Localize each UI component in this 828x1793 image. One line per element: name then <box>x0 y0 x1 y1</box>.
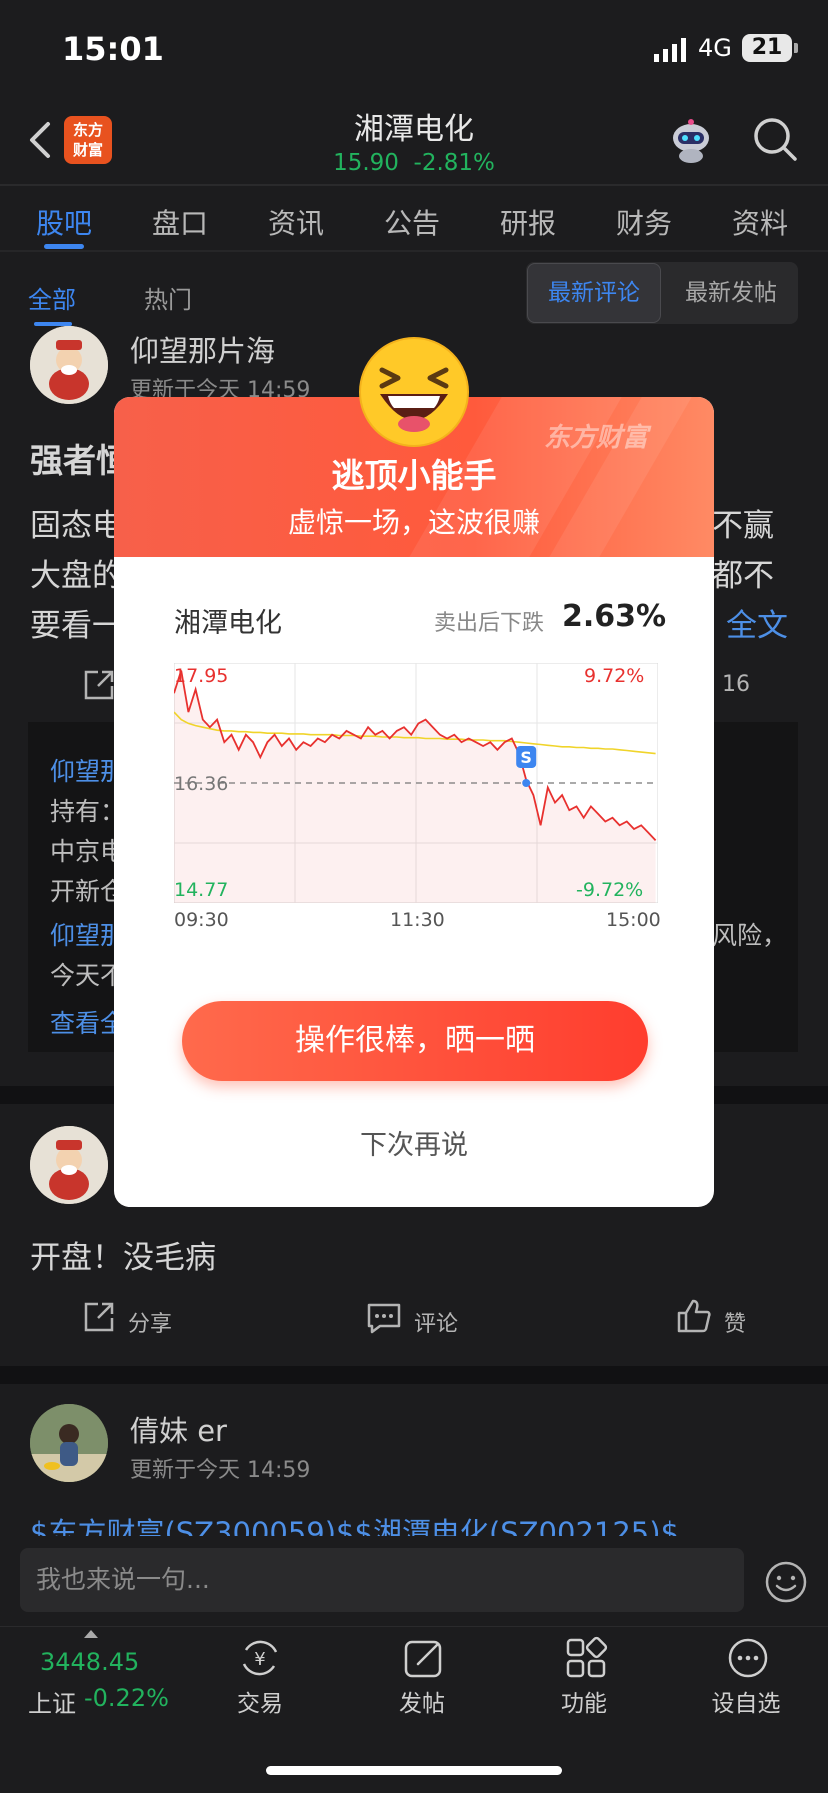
sell-point-dot <box>522 779 531 787</box>
y-tick-label: 17.95 <box>174 665 229 687</box>
share-result-button[interactable]: 操作很棒，晒一晒 <box>182 1001 648 1081</box>
x-tick-label: 11:30 <box>390 909 445 931</box>
y-tick-label-right: -9.72% <box>576 879 644 901</box>
sell-success-modal: 东方财富 逃顶小能手 虚惊一场，这波很赚 湘潭电化 卖出后下跌 2.63% S … <box>114 397 714 1207</box>
fall-label: 卖出后下跌 <box>434 611 545 636</box>
y-tick-label-right: 9.72% <box>584 665 645 687</box>
y-tick-label: 16.36 <box>174 773 229 795</box>
dismiss-button[interactable]: 下次再说 <box>114 1123 714 1162</box>
sell-marker-label: S <box>520 748 532 767</box>
modal-stock-name: 湘潭电化 <box>174 608 282 639</box>
laughing-emoji-icon <box>359 337 469 447</box>
modal-title: 逃顶小能手 <box>331 456 497 495</box>
y-tick-label: 14.77 <box>174 879 229 901</box>
x-tick-label: 09:30 <box>174 909 229 931</box>
intraday-chart: S <box>174 663 658 903</box>
x-tick-label: 15:00 <box>606 909 661 931</box>
modal-subtitle: 虚惊一场，这波很赚 <box>287 506 540 539</box>
fall-value: 2.63% <box>562 599 667 634</box>
